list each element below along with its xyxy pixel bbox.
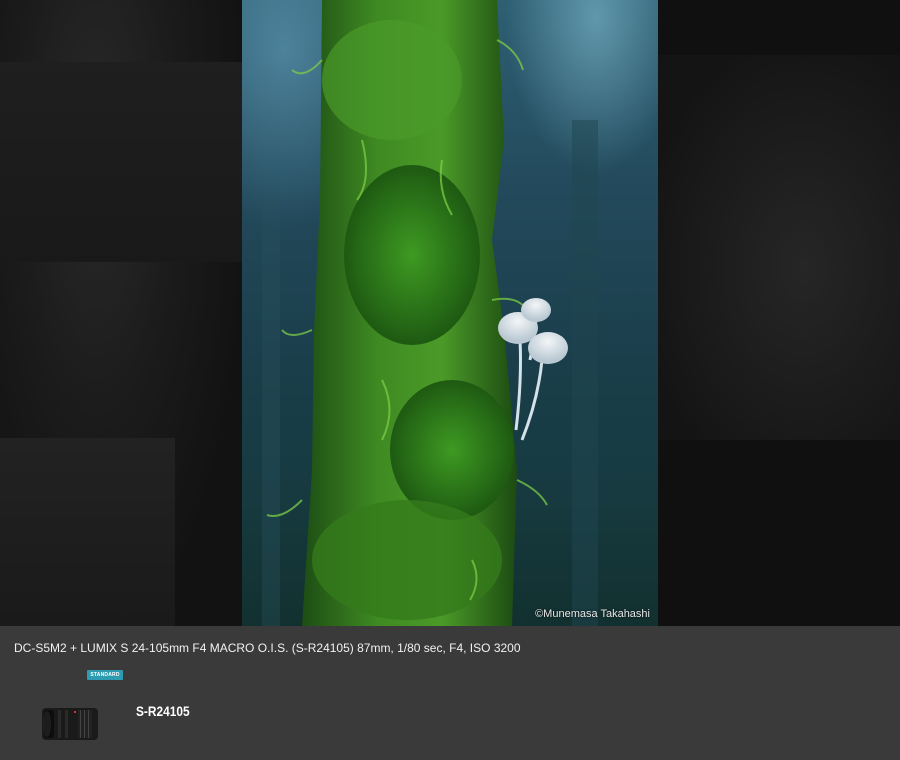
photo-info-panel: DC-S5M2 + LUMIX S 24-105mm F4 MACRO O.I.… xyxy=(0,626,900,760)
lens-category-badge: STANDARD xyxy=(87,670,123,680)
thumbnail-panel xyxy=(658,55,900,440)
lens-icon xyxy=(42,708,98,740)
thumbnail-panel xyxy=(0,62,242,262)
photo-caption: DC-S5M2 + LUMIX S 24-105mm F4 MACRO O.I.… xyxy=(14,641,521,655)
lens-model-name[interactable]: S-R24105 xyxy=(136,703,190,719)
previous-photo-thumbnail[interactable] xyxy=(0,0,242,626)
thumbnail-panel xyxy=(0,438,175,626)
next-photo-thumbnail[interactable] xyxy=(658,0,900,626)
photo-illustration xyxy=(262,0,598,626)
photo-credit: ©Munemasa Takahashi xyxy=(535,608,650,620)
main-photo: ©Munemasa Takahashi xyxy=(242,0,658,626)
lens-thumbnail[interactable] xyxy=(38,700,104,748)
gallery-stage: ©Munemasa Takahashi xyxy=(0,0,900,626)
